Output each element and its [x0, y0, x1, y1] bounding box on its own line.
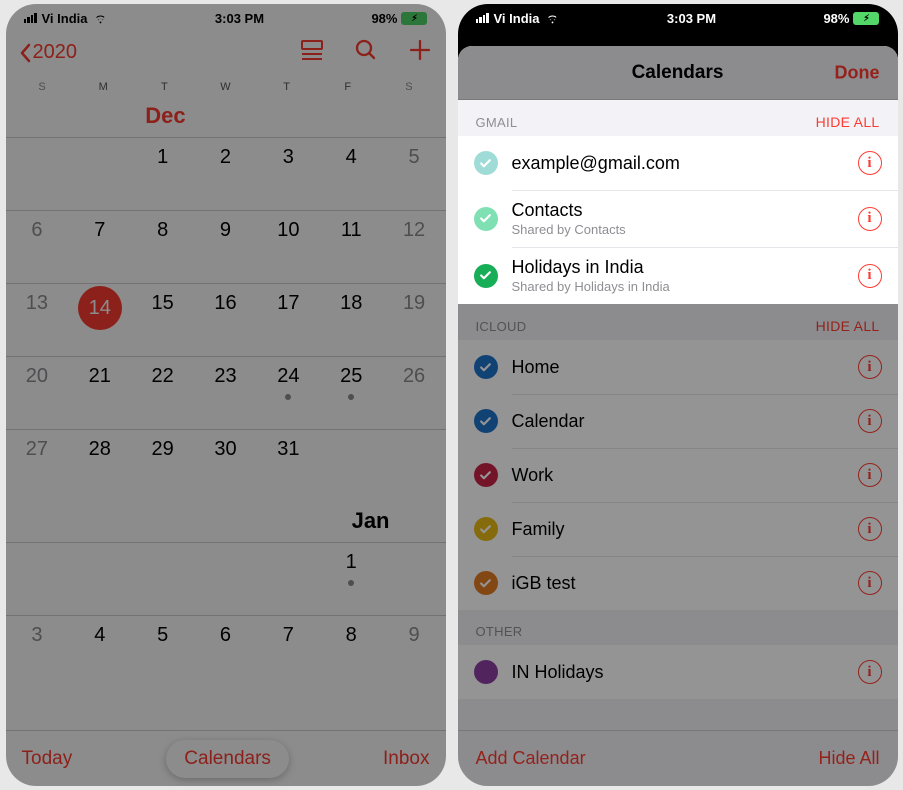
checkmark-icon[interactable] [474, 207, 498, 231]
list-view-icon[interactable] [300, 39, 324, 66]
battery-icon: ⚡︎ [401, 12, 427, 25]
weekday-row: S M T W T F S [6, 77, 446, 97]
calendar-grid[interactable]: 1 2 3 4 5 6 7 8 9 10 11 12 13 14 15 16 1… [6, 137, 446, 502]
calendar-name: Holidays in India [512, 257, 858, 278]
chevron-left-icon [20, 43, 32, 63]
calendar-name: Contacts [512, 200, 858, 221]
back-year-button[interactable]: 2020 [20, 41, 78, 64]
calendar-item-in-holidays[interactable]: IN Holidays i [458, 645, 898, 699]
signal-icon [476, 13, 489, 23]
section-label: GMAIL [476, 115, 518, 130]
calendar-grid-jan[interactable]: 1 3 4 5 6 7 8 9 [6, 542, 446, 688]
info-icon[interactable]: i [858, 517, 882, 541]
signal-icon [24, 13, 37, 23]
back-year-label: 2020 [33, 41, 78, 64]
calendars-button[interactable]: Calendars [166, 740, 289, 778]
info-icon[interactable]: i [858, 660, 882, 684]
hide-all-button[interactable]: Hide All [818, 748, 879, 769]
info-icon[interactable]: i [858, 207, 882, 231]
checkmark-icon[interactable] [474, 264, 498, 288]
event-dot [348, 394, 354, 400]
hide-all-gmail[interactable]: HIDE ALL [816, 114, 880, 130]
status-bar: Vi India 3:03 PM 98% ⚡︎ [458, 4, 898, 32]
month-label-jan: Jan [6, 502, 446, 542]
bottom-toolbar: Today Calendars Inbox [6, 730, 446, 786]
calendar-item-family[interactable]: Family i [458, 502, 898, 556]
carrier-label: Vi India [42, 11, 88, 26]
calendar-name: iGB test [512, 573, 858, 594]
add-event-icon[interactable] [408, 38, 432, 67]
calendar-item-igb[interactable]: iGB test i [458, 556, 898, 610]
calendar-name: IN Holidays [512, 662, 858, 683]
icloud-calendar-list: Home i Calendar i Work i Family i iGB te… [458, 340, 898, 610]
info-icon[interactable]: i [858, 151, 882, 175]
info-icon[interactable]: i [858, 264, 882, 288]
today-circle[interactable]: 14 [78, 286, 122, 330]
info-icon[interactable]: i [858, 355, 882, 379]
calendars-sheet: Calendars Done GMAIL HIDE ALL example@gm… [458, 46, 898, 786]
checkmark-icon[interactable] [474, 517, 498, 541]
calendar-name: Calendar [512, 411, 858, 432]
section-header-gmail: GMAIL HIDE ALL [458, 100, 898, 136]
section-header-icloud: ICLOUD HIDE ALL [458, 304, 898, 340]
clock: 3:03 PM [215, 11, 264, 26]
done-button[interactable]: Done [835, 62, 880, 83]
calendar-header: 2020 [6, 32, 446, 77]
carrier-label: Vi India [494, 11, 540, 26]
gmail-calendar-list: example@gmail.com i Contacts Shared by C… [458, 136, 898, 304]
month-label-dec: Dec [6, 97, 446, 137]
calendar-name: Home [512, 357, 858, 378]
battery-percent: 98% [823, 11, 849, 26]
calendar-name: Work [512, 465, 858, 486]
checkmark-icon[interactable] [474, 409, 498, 433]
calendar-name: Family [512, 519, 858, 540]
calendar-subtitle: Shared by Holidays in India [512, 279, 858, 294]
hide-all-icloud[interactable]: HIDE ALL [816, 318, 880, 334]
today-button[interactable]: Today [22, 748, 73, 770]
battery-icon: ⚡︎ [853, 12, 879, 25]
calendar-item-email[interactable]: example@gmail.com i [458, 136, 898, 190]
clock: 3:03 PM [667, 11, 716, 26]
checkmark-icon[interactable] [474, 571, 498, 595]
sheet-bottom-toolbar: Add Calendar Hide All [458, 730, 898, 786]
search-icon[interactable] [354, 38, 378, 67]
section-label: OTHER [476, 624, 523, 639]
status-bar: Vi India 3:03 PM 98% ⚡︎ [6, 4, 446, 32]
checkmark-icon[interactable] [474, 355, 498, 379]
calendar-item-holidays[interactable]: Holidays in India Shared by Holidays in … [458, 247, 898, 304]
calendar-item-calendar[interactable]: Calendar i [458, 394, 898, 448]
info-icon[interactable]: i [858, 409, 882, 433]
calendar-item-contacts[interactable]: Contacts Shared by Contacts i [458, 190, 898, 247]
checkmark-icon[interactable] [474, 660, 498, 684]
battery-percent: 98% [371, 11, 397, 26]
calendar-item-work[interactable]: Work i [458, 448, 898, 502]
event-dot [285, 394, 291, 400]
inbox-button[interactable]: Inbox [383, 748, 429, 770]
checkmark-icon[interactable] [474, 151, 498, 175]
calendar-subtitle: Shared by Contacts [512, 222, 858, 237]
wifi-icon [93, 13, 108, 24]
add-calendar-button[interactable]: Add Calendar [476, 748, 586, 769]
section-label: ICLOUD [476, 319, 527, 334]
phone-calendar-list: Vi India 3:03 PM 98% ⚡︎ Calendars Done G… [458, 4, 898, 786]
event-dot [348, 580, 354, 586]
other-calendar-list: IN Holidays i [458, 645, 898, 699]
calendar-item-home[interactable]: Home i [458, 340, 898, 394]
checkmark-icon[interactable] [474, 463, 498, 487]
info-icon[interactable]: i [858, 571, 882, 595]
wifi-icon [545, 13, 560, 24]
phone-calendar: Vi India 3:03 PM 98% ⚡︎ 2020 S M T [6, 4, 446, 786]
sheet-title: Calendars [632, 62, 724, 84]
sheet-header: Calendars Done [458, 46, 898, 100]
info-icon[interactable]: i [858, 463, 882, 487]
calendar-name: example@gmail.com [512, 153, 858, 174]
section-header-other: OTHER [458, 610, 898, 645]
